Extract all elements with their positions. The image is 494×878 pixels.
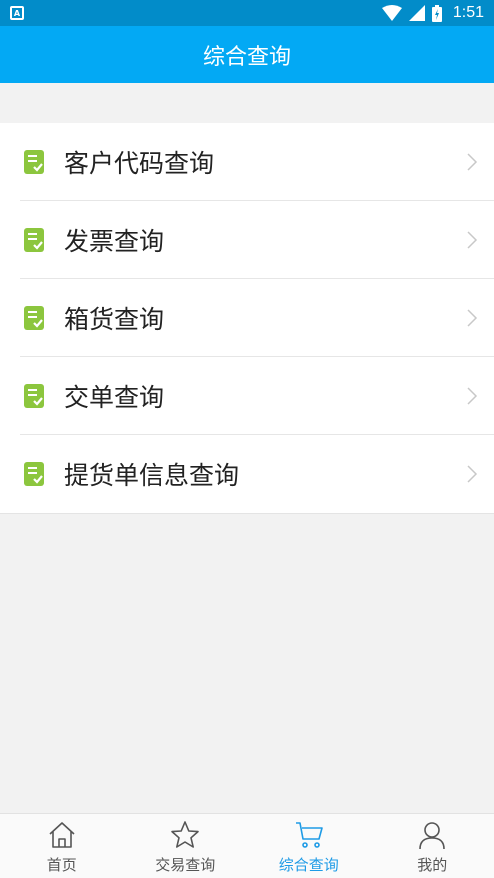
document-check-icon [24, 228, 44, 252]
tab-home[interactable]: 首页 [0, 814, 124, 878]
menu-item-label: 交单查询 [64, 383, 165, 412]
menu-item-invoice-query[interactable]: 发票查询 [0, 201, 494, 279]
tab-label: 综合查询 [278, 856, 339, 874]
menu-item-document-submission-query[interactable]: 交单查询 [0, 357, 494, 435]
user-icon [419, 822, 446, 850]
document-check-icon [24, 384, 44, 408]
menu-item-customer-code-query[interactable]: 客户代码查询 [0, 123, 494, 201]
tab-label: 交易查询 [155, 856, 216, 874]
tab-label: 首页 [46, 856, 77, 874]
menu-item-delivery-order-query[interactable]: 提货单信息查询 [0, 435, 494, 513]
page-title: 综合查询 [202, 44, 291, 70]
tab-mine[interactable]: 我的 [371, 814, 494, 878]
chevron-right-icon [467, 465, 478, 483]
signal-icon [408, 5, 425, 21]
status-time: 1:51 [452, 4, 484, 21]
home-icon [49, 822, 75, 848]
star-icon [171, 821, 200, 848]
chevron-right-icon [467, 387, 478, 405]
chevron-right-icon [467, 231, 478, 249]
notification-icon: A [10, 6, 24, 20]
query-menu-list: 客户代码查询 发票查询 箱货查询 交单查询 提货单信息查询 [0, 123, 494, 514]
tab-comprehensive-query[interactable]: 综合查询 [247, 814, 371, 878]
menu-item-label: 提货单信息查询 [64, 461, 240, 490]
chevron-right-icon [467, 153, 478, 171]
tab-transaction-query[interactable]: 交易查询 [124, 814, 248, 878]
document-check-icon [24, 150, 44, 174]
status-bar: A 1:51 [0, 0, 494, 26]
battery-icon [431, 4, 442, 22]
menu-item-label: 发票查询 [64, 227, 165, 256]
document-check-icon [24, 462, 44, 486]
document-check-icon [24, 306, 44, 330]
menu-item-label: 箱货查询 [64, 305, 165, 334]
wifi-icon [381, 5, 402, 21]
bottom-tab-bar: 首页 交易查询 综合查询 我的 [0, 813, 494, 878]
cart-icon [295, 822, 323, 848]
chevron-right-icon [467, 309, 478, 327]
app-header: 综合查询 [0, 26, 494, 83]
menu-item-label: 客户代码查询 [64, 149, 215, 178]
menu-item-container-cargo-query[interactable]: 箱货查询 [0, 279, 494, 357]
tab-label: 我的 [417, 856, 448, 874]
